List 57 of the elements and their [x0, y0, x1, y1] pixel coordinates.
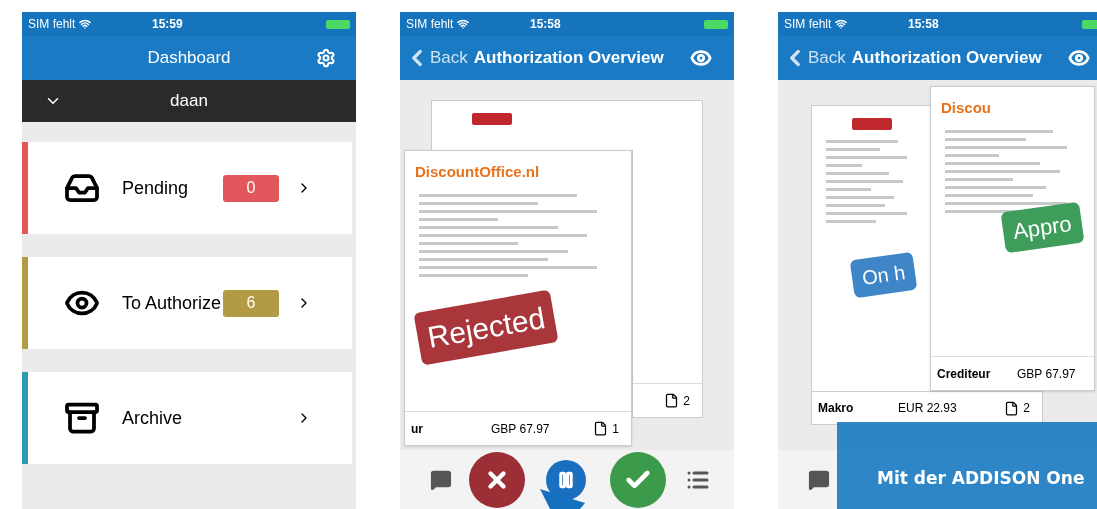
amount-text: EUR 22.93 — [898, 400, 957, 417]
comment-icon[interactable] — [808, 468, 830, 491]
wifi-icon — [79, 18, 92, 30]
page-count: 1 — [612, 420, 619, 438]
eye-icon[interactable] — [1068, 47, 1090, 69]
clock: 15:58 — [530, 16, 561, 33]
supplier-name: Makro — [818, 400, 855, 417]
amount-text: GBP 67.97 — [1017, 365, 1076, 383]
logo-icon — [472, 113, 512, 125]
pause-icon — [557, 470, 575, 489]
menu-item[interactable]: To Authorize 6 — [22, 257, 352, 349]
account-name: daan — [170, 90, 208, 113]
document-card[interactable]: On h — [811, 105, 930, 391]
banner-text: Mit der ADDISON One — [877, 468, 1085, 488]
archive-icon — [64, 400, 100, 436]
company-logo: DiscountOffice.nl — [415, 162, 540, 182]
document-card[interactable] — [431, 100, 703, 150]
logo-icon — [852, 118, 892, 130]
wifi-icon — [457, 18, 470, 30]
clock: 15:59 — [152, 16, 183, 33]
status-stamp: Appro — [1000, 201, 1085, 254]
battery-icon — [704, 19, 728, 29]
battery-icon — [326, 19, 350, 29]
eye-icon[interactable] — [690, 47, 712, 69]
supplier-name: Crediteur — [937, 365, 992, 383]
screen-title: Authorization Overview — [851, 47, 1042, 70]
comment-icon[interactable] — [430, 468, 452, 491]
document-card[interactable]: DiscountOffice.nl Rejected ur GBP 67.97 1 — [404, 150, 632, 446]
screen-title: Dashboard — [147, 47, 231, 70]
menu-label: To Authorize — [122, 291, 222, 315]
document-card[interactable]: Discou Appro Crediteur GBP 67.97 — [930, 86, 1095, 391]
page-count: 2 — [1023, 400, 1030, 417]
document-card-edge[interactable]: 2 — [632, 150, 703, 418]
menu-item[interactable]: Archive — [22, 372, 352, 464]
status-stamp: Rejected — [413, 289, 559, 366]
status-stamp: On h — [849, 251, 918, 299]
carrier-label: SIM fehlt — [784, 16, 832, 33]
carrier-label: SIM fehlt — [28, 16, 76, 33]
screen-title: Authorization Overview — [473, 47, 664, 70]
account-bar[interactable]: daan — [22, 80, 356, 122]
callout-pointer — [540, 489, 585, 509]
amount-text: GBP 67.97 — [491, 420, 550, 438]
menu-item[interactable]: Pending 0 — [22, 142, 352, 234]
page-count: 2 — [683, 392, 690, 410]
wifi-icon — [835, 18, 848, 30]
count-badge: 0 — [223, 174, 279, 202]
settings-button[interactable] — [316, 48, 336, 68]
page-icon — [664, 393, 680, 408]
menu-label: Archive — [122, 406, 183, 430]
count-badge: 6 — [223, 289, 279, 317]
carrier-label: SIM fehlt — [406, 16, 454, 33]
menu-label: Pending — [122, 176, 189, 200]
page-icon — [593, 421, 609, 436]
company-logo: Discou — [941, 98, 991, 118]
supplier-name: ur — [411, 420, 424, 438]
page-icon — [1004, 400, 1020, 416]
clock: 15:58 — [908, 16, 939, 33]
